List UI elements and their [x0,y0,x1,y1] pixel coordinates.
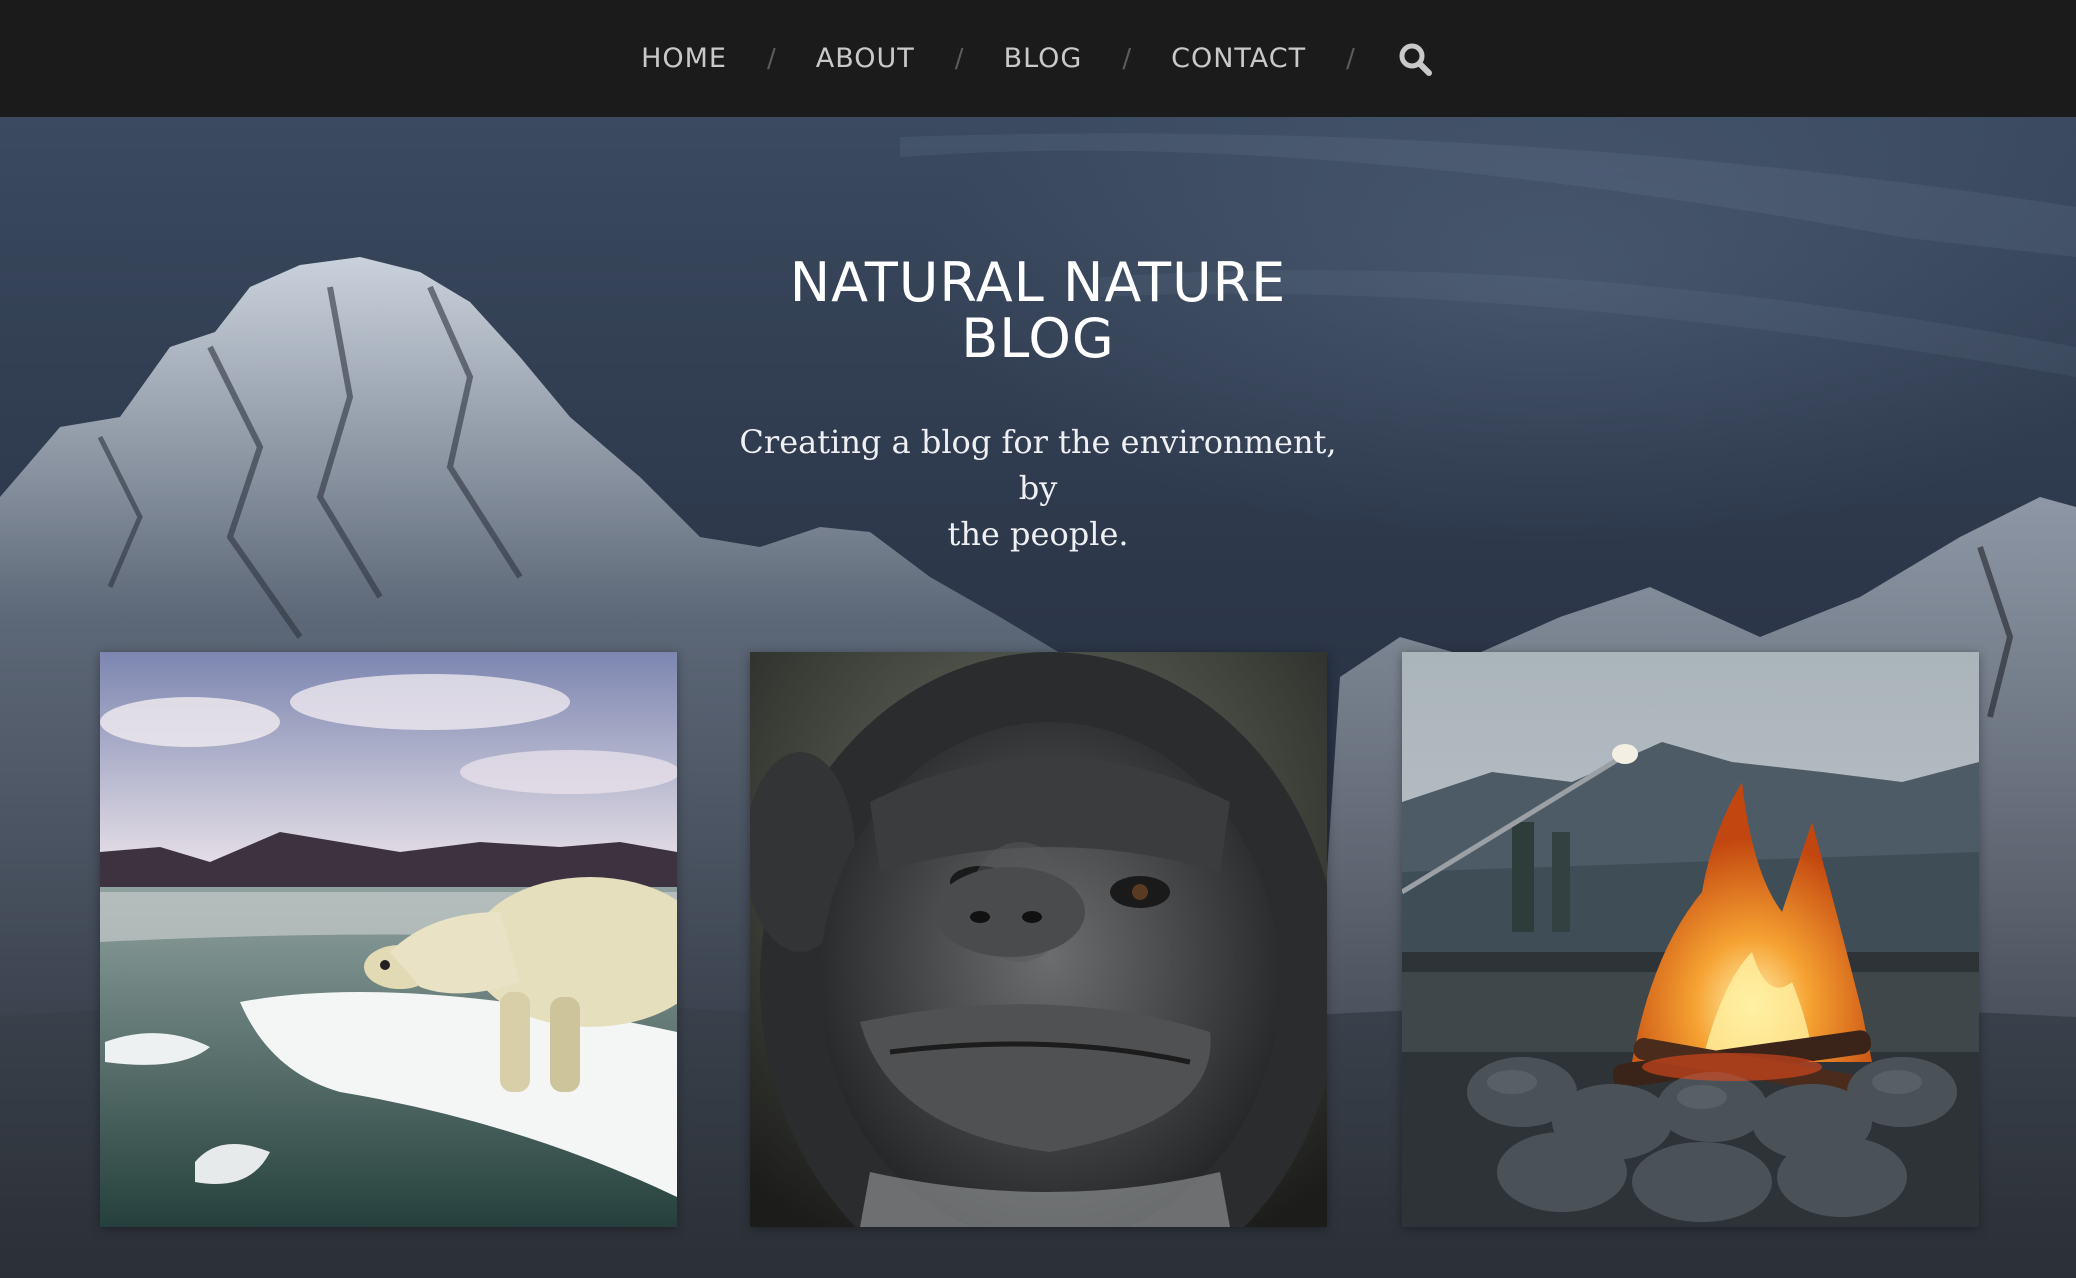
nav-item-blog: BLOG / [1004,43,1172,74]
nav-item-contact: CONTACT / [1171,43,1395,74]
search-icon [1399,43,1432,76]
search-button[interactable] [1395,39,1435,79]
hero-section: NATURAL NATURE BLOG Creating a blog for … [0,117,2076,1278]
site-title-line-1: NATURAL NATURE [789,251,1287,314]
nav-menu: HOME / ABOUT / BLOG / CONTACT / [0,0,2076,117]
page: HOME / ABOUT / BLOG / CONTACT / NATURAL … [0,0,2076,1278]
site-tagline: Creating a blog for the environment, by … [718,419,1358,557]
top-navbar: HOME / ABOUT / BLOG / CONTACT / [0,0,2076,117]
site-title-line-2: BLOG [961,307,1115,370]
site-tagline-line-1: Creating a blog for the environment, by [739,423,1337,507]
nav-link-contact[interactable]: CONTACT [1171,43,1306,74]
nav-link-blog[interactable]: BLOG [1004,43,1083,74]
site-title: NATURAL NATURE BLOG [638,255,1438,367]
campfire-image [1402,652,1979,1227]
nav-link-home[interactable]: HOME [641,43,727,74]
polar-bear-image [100,652,677,1227]
featured-post-polar-bear[interactable] [100,652,677,1227]
nav-link-about[interactable]: ABOUT [816,43,915,74]
nav-item-about: ABOUT / [816,43,1004,74]
nav-separator: / [1122,43,1132,74]
nav-separator: / [1346,43,1355,74]
chimpanzee-image [750,652,1327,1227]
nav-item-search [1395,39,1435,79]
featured-post-campfire[interactable] [1402,652,1979,1227]
nav-separator: / [767,43,776,74]
nav-item-home: HOME / [641,43,816,74]
site-tagline-line-2: the people. [947,515,1129,553]
featured-post-chimpanzee[interactable] [750,652,1327,1227]
nav-separator: / [954,43,964,74]
